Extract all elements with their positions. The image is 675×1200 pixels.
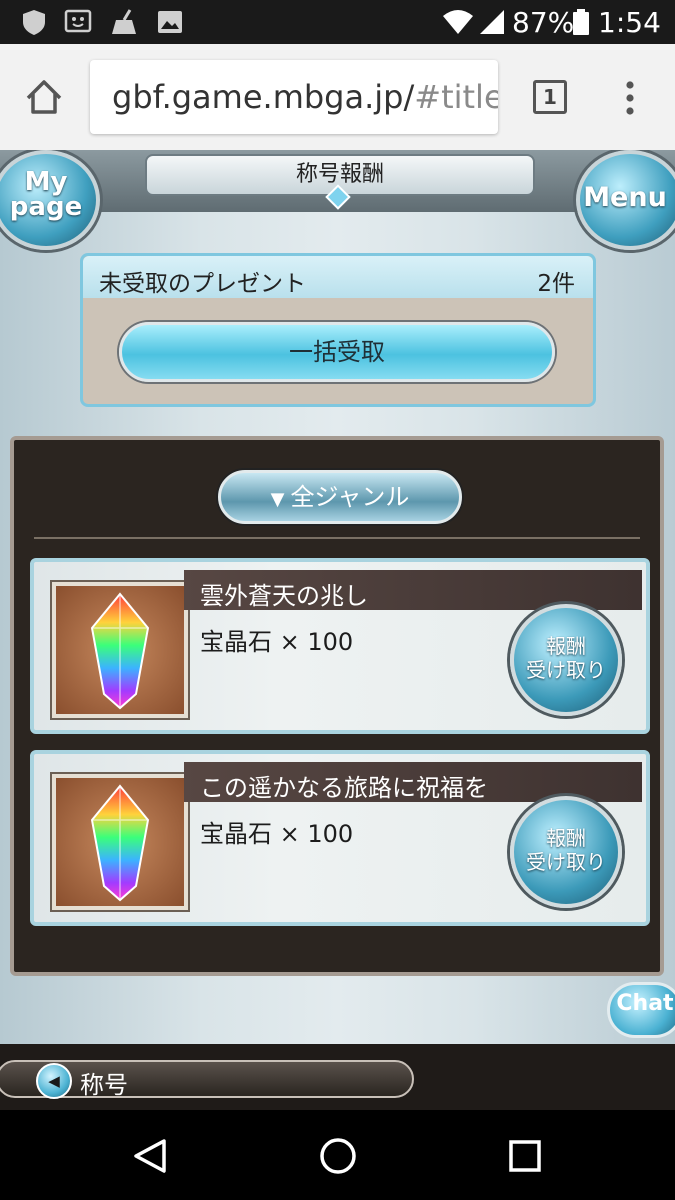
mypage-button[interactable]: My page [0,150,100,250]
url-host: gbf.game.mbga.jp/ [112,78,415,116]
crystal-icon [90,784,150,902]
status-bar: 87% 1:54 [0,0,675,44]
present-box: 未受取のプレゼント 2件 一括受取 [80,253,596,407]
url-hash: #title [414,78,498,116]
present-label: 未受取のプレゼント [99,271,306,297]
genre-filter-button[interactable]: ▼ 全ジャンル [218,470,462,524]
tab-switcher-button[interactable]: 1 [533,80,567,114]
claim-reward-button[interactable]: 報酬 受け取り [510,796,622,908]
back-label: 称号 [80,1071,128,1099]
wifi-icon [443,10,473,34]
page-title: 称号報酬 [295,162,384,187]
crystal-item-image [50,772,190,912]
clock: 1:54 [598,6,661,39]
face-notification-icon [64,9,92,33]
battery-icon [573,9,589,35]
battery-percent: 87% [512,6,575,39]
bulk-receive-label: 一括受取 [289,338,385,366]
reward-title: この遥かなる旅路に祝福を [200,774,488,802]
image-icon [158,11,182,33]
home-nav-icon[interactable] [318,1136,358,1176]
divider [34,537,640,539]
claim-label-line1: 報酬 [546,826,586,850]
android-nav-bar [0,1110,675,1200]
reward-card: この遥かなる旅路に祝福を 宝晶石 × 100 報酬 受け取り [30,750,650,926]
crystal-item-image [50,580,190,720]
reward-title: 雲外蒼天の兆し [200,582,368,610]
crystal-icon [90,592,150,710]
tab-count: 1 [543,85,557,109]
broom-icon [112,9,136,34]
chat-label: Chat [616,991,674,1016]
claim-reward-button[interactable]: 報酬 受け取り [510,604,622,716]
bulk-receive-button[interactable]: 一括受取 [119,322,555,382]
overflow-menu-icon[interactable] [622,80,638,116]
reward-description: 宝晶石 × 100 [200,820,354,848]
menu-label: Menu [583,182,667,213]
reward-card: 雲外蒼天の兆し 宝晶石 × 100 報酬 受け取り [30,558,650,734]
present-count: 2件 [537,271,575,297]
chat-button[interactable]: Chat [607,982,675,1038]
menu-button[interactable]: Menu [576,150,675,250]
recents-nav-icon[interactable] [508,1139,542,1173]
game-screen: 称号報酬 My page Menu 未受取のプレゼント 2件 一括受取 ▼ 全ジャ… [0,150,675,1110]
home-icon[interactable] [24,78,64,116]
genre-filter-label: 全ジャンル [290,483,410,511]
browser-toolbar: gbf.game.mbga.jp/#title 1 [0,44,675,150]
shield-icon [23,10,45,35]
reward-list-panel: ▼ 全ジャンル 雲外蒼天の兆し 宝晶石 × 100 報酬 受け取り この遥かなる… [10,436,664,976]
reward-description: 宝晶石 × 100 [200,628,354,656]
url-bar[interactable]: gbf.game.mbga.jp/#title [90,60,498,134]
back-nav-icon[interactable] [132,1138,168,1174]
back-arrow-icon: ◀ [36,1063,72,1099]
claim-label-line1: 報酬 [546,634,586,658]
triangle-down-icon: ▼ [270,489,285,510]
claim-label-line2: 受け取り [526,658,606,682]
mypage-label-line2: page [9,192,83,222]
back-button[interactable]: ◀ 称号 [0,1060,414,1099]
signal-icon [480,10,504,34]
claim-label-line2: 受け取り [526,850,606,874]
present-header: 未受取のプレゼント 2件 [83,256,593,298]
url-text: gbf.game.mbga.jp/#title [112,78,498,116]
